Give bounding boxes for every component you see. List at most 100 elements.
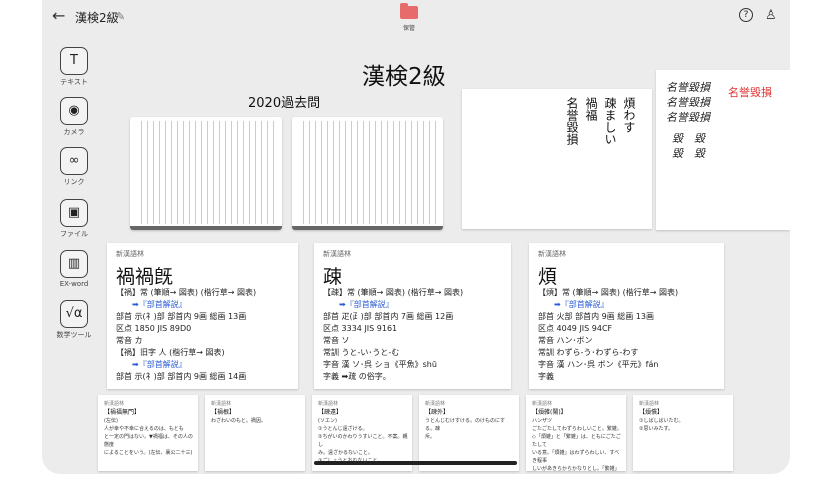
dictionary-line: 部首 疋(⺪)部 部首内 7画 総画 12画 xyxy=(323,312,454,321)
tool-label: テキスト xyxy=(60,78,88,86)
text-tool-button[interactable]: T テキスト xyxy=(52,47,96,87)
file-tool-button[interactable]: ▣ ファイル xyxy=(52,199,96,239)
tool-label: EX-word xyxy=(59,280,89,288)
dictionary-link[interactable]: ➡『部首解説』 xyxy=(323,299,463,311)
tool-label: ファイル xyxy=(60,230,88,238)
definition-source: 新漢語林 xyxy=(104,401,125,407)
definition-body: うとんじむけすける。のけものにする。疎 斥。 xyxy=(425,418,506,440)
dictionary-line: 部首 示(礻)部 部首内 9画 総画 13画 xyxy=(116,312,247,321)
edit-pencil-icon[interactable]: ✎ xyxy=(116,10,125,23)
dictionary-line: 常音 ソ xyxy=(323,336,350,345)
tool-label: リンク xyxy=(63,178,85,186)
text-icon: T xyxy=(60,47,88,75)
definition-card[interactable]: 新漢語林 【疎遠】 (ソエン) ①うとんじ遠ざける。 ②ちがいのかわりうすいこと… xyxy=(312,395,412,471)
dictionary-headword: 煩 xyxy=(538,266,558,288)
dictionary-line: 字音 漢 ハン･呉 ボン《平元》fán xyxy=(538,360,659,369)
definition-source: 新漢語林 xyxy=(318,401,339,407)
definition-headword: 【禍根】 xyxy=(211,409,236,416)
dictionary-line: 字義 xyxy=(538,372,554,381)
dictionary-headword: 禍禍旣 xyxy=(116,266,174,288)
handwritten-line: 毀 毀 xyxy=(672,147,705,160)
ex-word-tool-button[interactable]: ▥ EX-word xyxy=(52,250,96,288)
exam-subheading: 2020過去問 xyxy=(248,96,321,111)
math-tool-button[interactable]: √α 数学ツール xyxy=(52,300,96,340)
math-icon: √α xyxy=(60,300,88,328)
dictionary-line: 部首 示(礻)部 部首内 9画 総画 14画 xyxy=(116,372,247,381)
camera-icon: ◉ xyxy=(60,97,88,125)
top-bar: ← 漢検2級 ✎ 保管 ? ♙ xyxy=(42,0,790,44)
page-title[interactable]: 漢検2級 xyxy=(75,9,119,26)
link-icon: ∞ xyxy=(60,147,88,175)
app-canvas: ← 漢検2級 ✎ 保管 ? ♙ T テキスト ◉ カメラ ∞ リンク ▣ ファイ… xyxy=(42,0,790,474)
definition-card[interactable]: 新漢語林 【煩雑(鬧)】 ハンザツ ごたごたしてわずらわしいこと。繁雑。 ◇「煩… xyxy=(526,395,626,471)
red-text-label: 名誉毀損 xyxy=(728,86,772,99)
dictionary-line: 【禍】旧字 人 (楷行草→ 図表) xyxy=(116,348,225,357)
definition-body: (ソエン) ①うとんじ遠ざける。 ②ちがいのかわりうすいこと。不案。親し み。遠… xyxy=(318,418,408,464)
definition-card[interactable]: 新漢語林 【禍根】 わざわいのもと。禍因。 xyxy=(205,395,305,471)
save-label: 保管 xyxy=(402,25,415,32)
exam-page-thumbnail[interactable] xyxy=(130,117,282,230)
dictionary-source: 新漢語林 xyxy=(538,250,566,258)
dictionary-line: 【禍】常 (筆順→ 図表) (楷行草→ 図表) xyxy=(116,288,257,297)
vertical-text-card[interactable]: 煩わす 疎ましい 禍福 名誉毀損 xyxy=(462,89,652,229)
definition-source: 新漢語林 xyxy=(425,401,446,407)
handwritten-line: 名誉毀損 xyxy=(666,81,710,94)
dictionary-card[interactable]: 新漢語林 禍禍旣 【禍】常 (筆順→ 図表) (楷行草→ 図表) ➡『部首解説』… xyxy=(107,243,298,389)
definition-source: 新漢語林 xyxy=(639,401,660,407)
image-file-icon: ▣ xyxy=(60,199,88,227)
dictionary-source: 新漢語林 xyxy=(116,250,144,258)
definition-headword: 【煩慣】 xyxy=(639,409,664,416)
dictionary-source: 新漢語林 xyxy=(323,250,351,258)
dictionary-line: 区点 1850 JIS 89D0 xyxy=(116,324,192,333)
vertical-word: 疎ましい xyxy=(603,97,617,145)
definition-headword: 【禍福無門】 xyxy=(104,409,141,416)
definition-body: わざわいのもと。禍因。 xyxy=(211,418,266,424)
definition-headword: 【疎外】 xyxy=(425,409,450,416)
home-indicator[interactable] xyxy=(314,461,517,465)
dictionary-card[interactable]: 新漢語林 煩 【煩】常 (筆順→ 図表) (楷行草→ 図表) ➡『部首解説』 部… xyxy=(529,243,724,389)
back-arrow-icon[interactable]: ← xyxy=(52,6,65,25)
definition-body: (左伝) 人が幸や不幸に合えるのは、もとも と一定の門はない。▼禍福は、その人の… xyxy=(104,418,193,456)
definition-source: 新漢語林 xyxy=(532,401,553,407)
dictionary-line: 字音 漢 ソ･呉 ショ《平魚》shū xyxy=(323,360,437,369)
dictionary-line: 【疎】常 (筆順→ 図表) (楷行草→ 図表) xyxy=(323,288,464,297)
dictionary-line: 常音 ハン･ボン xyxy=(538,336,593,345)
definition-card[interactable]: 新漢語林 【煩慣】 ①しばしばいたむ。 ②思いみたす。 xyxy=(633,395,733,471)
dictionary-line: 字義 ➡疏 の俗字。 xyxy=(323,372,391,381)
dictionary-link[interactable]: ➡『部首解説』 xyxy=(538,299,678,311)
dictionary-line: 部首 火部 部首内 9画 総画 13画 xyxy=(538,312,654,321)
exam-page-thumbnail[interactable] xyxy=(292,117,443,230)
dictionary-line: 【煩】常 (筆順→ 図表) (楷行草→ 図表) xyxy=(538,288,679,297)
handwritten-line: 名誉毀損 xyxy=(666,96,710,109)
dictionary-line: 常音 カ xyxy=(116,336,143,345)
dictionary-line: 常訓 うと-い･うと-む xyxy=(323,348,400,357)
vertical-word: 名誉毀損 xyxy=(565,97,579,145)
handwritten-line: 毀 毀 xyxy=(672,132,705,145)
definition-body: ①しばしばいたむ。 ②思いみたす。 xyxy=(639,418,684,432)
help-icon[interactable]: ? xyxy=(739,8,753,22)
dictionary-line: 区点 3334 JIS 9161 xyxy=(323,324,398,333)
handwritten-line: 名誉毀損 xyxy=(666,111,710,124)
dictionary-link[interactable]: ➡『部首解説』 xyxy=(116,359,256,371)
definition-source: 新漢語林 xyxy=(211,401,232,407)
definition-headword: 【煩雑(鬧)】 xyxy=(532,409,567,416)
vertical-word: 禍福 xyxy=(584,97,598,121)
definition-headword: 【疎遠】 xyxy=(318,409,343,416)
main-heading: 漢検2級 xyxy=(362,64,446,90)
dictionary-headword: 疎 xyxy=(323,266,343,288)
save-button[interactable]: 保管 xyxy=(397,3,421,32)
dictionary-line: 区点 4049 JIS 94CF xyxy=(538,324,613,333)
dictionary-card[interactable]: 新漢語林 疎 【疎】常 (筆順→ 図表) (楷行草→ 図表) ➡『部首解説』 部… xyxy=(314,243,511,389)
dictionary-link[interactable]: ➡『部首解説』 xyxy=(116,299,256,311)
link-tool-button[interactable]: ∞ リンク xyxy=(52,147,96,187)
dictionary-line: 常訓 わずら-う･わずら-わす xyxy=(538,348,639,357)
vertical-word: 煩わす xyxy=(622,97,636,133)
camera-tool-button[interactable]: ◉ カメラ xyxy=(52,97,96,137)
folder-icon xyxy=(400,3,418,19)
definition-card[interactable]: 新漢語林 【禍福無門】 (左伝) 人が幸や不幸に合えるのは、もとも と一定の門は… xyxy=(98,395,198,471)
definition-card[interactable]: 新漢語林 【疎外】 うとんじむけすける。のけものにする。疎 斥。 xyxy=(419,395,519,471)
user-icon[interactable]: ♙ xyxy=(765,8,777,23)
tool-label: カメラ xyxy=(63,128,85,136)
tool-label: 数学ツール xyxy=(56,331,92,339)
handwriting-card[interactable]: 名誉毀損 名誉毀損 名誉毀損 毀 毀 毀 毀 名誉毀損 xyxy=(656,70,790,230)
